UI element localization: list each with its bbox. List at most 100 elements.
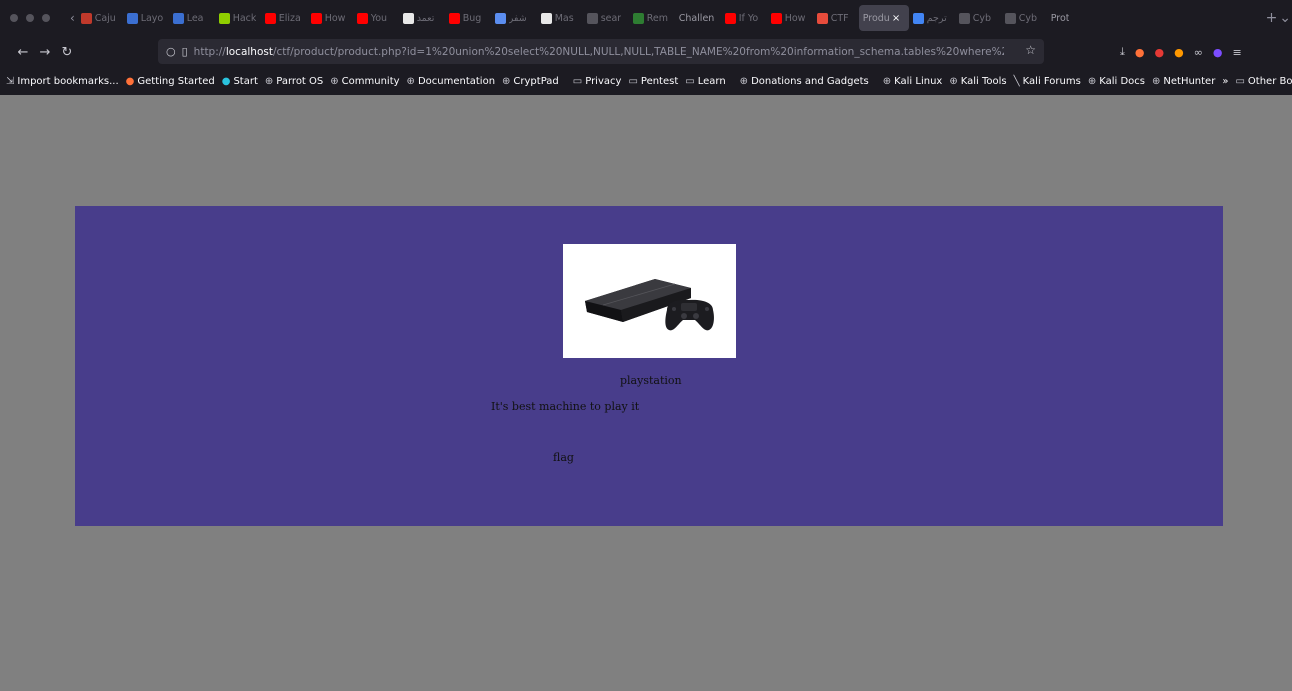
tab[interactable]: Layo (123, 5, 169, 31)
reload-icon[interactable]: ↻ (56, 45, 78, 60)
close-window-dot[interactable] (10, 14, 18, 22)
playstation-console-icon (585, 279, 714, 331)
bookmark-item[interactable]: » (1222, 76, 1228, 87)
bookmark-icon: ⇲ (6, 76, 15, 87)
close-tab-icon[interactable]: × (892, 13, 900, 24)
bookmark-label: Start (233, 76, 258, 87)
tab[interactable]: Lea (169, 5, 215, 31)
tab[interactable]: You (353, 5, 399, 31)
page-viewport: playstation It's best machine to play it… (6, 95, 1292, 691)
tab-label: Challen (678, 12, 715, 24)
bookmark-item[interactable]: ▭ Privacy (573, 76, 622, 87)
forward-icon[interactable]: → (34, 45, 56, 60)
tab-label: How (324, 12, 346, 24)
url-path: /ctf/product/product.php?id=1%20union%20… (272, 45, 1004, 58)
list-all-tabs-icon[interactable]: ⌄ (1278, 10, 1292, 26)
extension-icon[interactable]: ● (1135, 46, 1145, 59)
bookmark-item[interactable]: ⊕ Donations and Gadgets (740, 76, 869, 87)
bookmark-icon: ╲ (1013, 76, 1020, 87)
tab-label: تعمد (416, 12, 435, 24)
bookmark-item[interactable]: ⊕ Community (330, 76, 399, 87)
bookmark-item[interactable]: ⊕ CryptPad (502, 76, 559, 87)
back-icon[interactable]: ← (12, 45, 34, 60)
bookmark-item[interactable]: ⊕ Kali Docs (1088, 76, 1145, 87)
bookmark-item[interactable]: ▭ Learn (685, 76, 725, 87)
bookmark-label: Kali Tools (960, 76, 1007, 87)
tab-favicon-icon (958, 12, 970, 24)
tab[interactable]: Eliza (261, 5, 307, 31)
bookmark-item[interactable]: ⊕ Kali Linux (883, 76, 943, 87)
tab-favicon-icon (724, 12, 736, 24)
tab[interactable]: Cyb (955, 5, 1001, 31)
url-bar[interactable]: ○ ▯ http://localhost/ctf/product/product… (158, 39, 1044, 64)
maximize-window-dot[interactable] (42, 14, 50, 22)
bookmark-label: Donations and Gadgets (751, 76, 869, 87)
tab[interactable]: Bug (445, 5, 491, 31)
bookmark-item[interactable]: ▭ Pentest (628, 76, 678, 87)
new-tab-icon[interactable]: + (1265, 10, 1279, 26)
tab-label: You (370, 12, 388, 24)
tab[interactable]: Caju (77, 5, 123, 31)
bookmark-item[interactable]: ⊕ Parrot OS (265, 76, 323, 87)
bookmark-icon: ⊕ (330, 76, 339, 87)
tab-label: Prot (1050, 12, 1070, 24)
extension-icon[interactable]: ● (1154, 46, 1164, 59)
tab-label: If Yo (738, 12, 759, 24)
tab-label: Cyb (1018, 12, 1037, 24)
tab-favicon-icon (586, 12, 598, 24)
bookmark-label: Kali Docs (1099, 76, 1145, 87)
tab-favicon-icon (264, 12, 276, 24)
tab[interactable]: Hack (215, 5, 261, 31)
tab[interactable]: Rem (629, 5, 675, 31)
bookmark-label: Documentation (417, 76, 496, 87)
bookmark-icon: ⊕ (1152, 76, 1161, 87)
bookmark-item[interactable]: ⊕ Documentation (407, 76, 495, 87)
tab[interactable]: Cyb (1001, 5, 1047, 31)
bookmark-label: Import bookmarks... (17, 76, 119, 87)
bookmark-icon: ▭ (628, 76, 638, 87)
bookmark-item[interactable]: ⊕ Kali Tools (949, 76, 1006, 87)
bookmark-item[interactable]: ⊕ NetHunter (1152, 76, 1215, 87)
tab-strip: ‹ Caju Layo Lea Hack Eliza How You تعمد Bug شفر Ma… (0, 0, 1292, 36)
navigation-toolbar: ← → ↻ ○ ▯ http://localhost/ctf/product/p… (0, 36, 1292, 68)
tab[interactable]: ترجم (909, 5, 955, 31)
shield-icon[interactable]: ○ (166, 45, 176, 58)
bookmark-item[interactable]: ● Start (222, 76, 258, 87)
product-image (563, 244, 736, 358)
extension-icon[interactable]: ∞ (1194, 46, 1203, 59)
tab[interactable]: Challen (675, 5, 721, 31)
tab[interactable]: sear (583, 5, 629, 31)
menu-icon[interactable]: ≡ (1232, 46, 1241, 59)
bookmark-item[interactable]: ╲ Kali Forums (1014, 76, 1081, 87)
tab[interactable]: How (307, 5, 353, 31)
bookmark-item[interactable]: ● Getting Started (126, 76, 215, 87)
extension-icon[interactable]: ● (1174, 46, 1184, 59)
bookmark-item[interactable]: ▭Other Bookmarks (1235, 76, 1292, 87)
minimize-window-dot[interactable] (26, 14, 34, 22)
tab-scroll-left-icon[interactable]: ‹ (68, 11, 77, 25)
bookmark-label: Learn (697, 76, 726, 87)
extension-icon[interactable]: ● (1213, 46, 1223, 59)
downloads-icon[interactable]: ⤓ (1120, 45, 1125, 59)
tab-favicon-icon (310, 12, 322, 24)
tab-favicon-icon (402, 12, 414, 24)
bookmarks-toolbar: ⇲ Import bookmarks... ● Getting Started ● Sta… (0, 68, 1292, 95)
tab-favicon-icon (126, 12, 138, 24)
tab[interactable]: If Yo (721, 5, 767, 31)
page-icon[interactable]: ▯ (182, 45, 188, 58)
url-host: localhost (225, 45, 273, 58)
tab[interactable]: Prot (1047, 5, 1093, 31)
tab[interactable]: Mas (537, 5, 583, 31)
bookmark-item[interactable]: ⇲ Import bookmarks... (6, 76, 119, 87)
url-text[interactable]: http://localhost/ctf/product/product.php… (194, 46, 1004, 58)
tab-favicon-icon (1004, 12, 1016, 24)
tab[interactable]: تعمد (399, 5, 445, 31)
bookmark-star-icon[interactable]: ☆ (1025, 43, 1036, 57)
tab-favicon-icon (356, 12, 368, 24)
bookmark-icon: ⊕ (406, 76, 415, 87)
tab[interactable]: CTF (813, 5, 859, 31)
tab-active[interactable]: Produ × (858, 5, 909, 31)
bookmark-icon: ▭ (1235, 76, 1245, 87)
tab[interactable]: How (767, 5, 813, 31)
tab[interactable]: شفر (491, 5, 537, 31)
